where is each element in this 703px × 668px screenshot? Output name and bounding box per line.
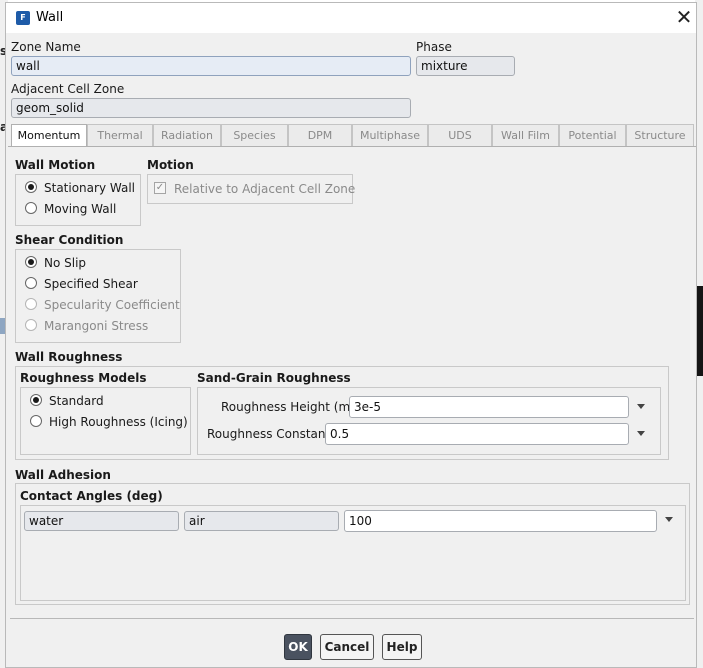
tab-wall-film[interactable]: Wall Film xyxy=(492,124,559,146)
shear-condition-title: Shear Condition xyxy=(15,233,124,247)
tab-momentum[interactable]: Momentum xyxy=(11,124,87,147)
footer-separator xyxy=(10,618,694,619)
stationary-wall-radio[interactable] xyxy=(25,181,37,193)
roughness-models-title: Roughness Models xyxy=(20,371,147,385)
tab-bar: Momentum Thermal Radiation Species DPM M… xyxy=(11,124,694,147)
cancel-button[interactable]: Cancel xyxy=(320,634,374,660)
contact-angle-input[interactable]: 100 xyxy=(344,510,657,532)
contact-angle-phase1-field: water xyxy=(24,511,179,531)
relative-to-adjacent-label: Relative to Adjacent Cell Zone xyxy=(174,182,356,196)
contact-angles-title: Contact Angles (deg) xyxy=(20,489,163,503)
tab-structure[interactable]: Structure xyxy=(626,124,694,146)
roughness-height-dropdown-icon[interactable] xyxy=(637,404,645,409)
fluent-app-icon: F xyxy=(16,11,30,25)
adjacent-cell-zone-label: Adjacent Cell Zone xyxy=(11,82,125,96)
roughness-height-input[interactable]: 3e-5 xyxy=(349,396,629,418)
tab-species[interactable]: Species xyxy=(221,124,288,146)
specified-shear-radio[interactable] xyxy=(25,277,37,289)
roughness-constant-label: Roughness Constant xyxy=(207,427,331,441)
no-slip-radio[interactable] xyxy=(25,256,37,268)
sand-grain-roughness-title: Sand-Grain Roughness xyxy=(197,371,351,385)
high-roughness-radio[interactable] xyxy=(30,415,42,427)
ok-button[interactable]: OK xyxy=(284,634,312,660)
stationary-wall-label[interactable]: Stationary Wall xyxy=(44,181,135,195)
specularity-coefficient-label: Specularity Coefficient xyxy=(44,298,180,312)
phase-label: Phase xyxy=(416,40,452,54)
tab-dpm[interactable]: DPM xyxy=(288,124,352,146)
title-bar[interactable] xyxy=(6,3,696,33)
window-title: Wall xyxy=(36,10,64,25)
zone-name-label: Zone Name xyxy=(11,40,81,54)
motion-title: Motion xyxy=(147,158,194,172)
tab-potential[interactable]: Potential xyxy=(559,124,626,146)
tab-thermal[interactable]: Thermal xyxy=(87,124,153,146)
specified-shear-label[interactable]: Specified Shear xyxy=(44,277,138,291)
wall-motion-title: Wall Motion xyxy=(15,158,96,172)
tab-uds[interactable]: UDS xyxy=(428,124,492,146)
wall-adhesion-title: Wall Adhesion xyxy=(15,468,111,482)
no-slip-label[interactable]: No Slip xyxy=(44,256,86,270)
high-roughness-label[interactable]: High Roughness (Icing) xyxy=(49,415,188,429)
standard-roughness-label[interactable]: Standard xyxy=(49,394,104,408)
tab-multiphase[interactable]: Multiphase xyxy=(352,124,428,146)
close-icon[interactable]: ✕ xyxy=(670,6,698,30)
zone-name-input[interactable]: wall xyxy=(11,56,411,76)
marangoni-stress-label: Marangoni Stress xyxy=(44,319,149,333)
moving-wall-label[interactable]: Moving Wall xyxy=(44,202,116,216)
wall-roughness-title: Wall Roughness xyxy=(15,350,123,364)
specularity-coefficient-radio xyxy=(25,298,37,310)
adjacent-cell-zone-field: geom_solid xyxy=(11,98,411,118)
moving-wall-radio[interactable] xyxy=(25,202,37,214)
roughness-constant-input[interactable]: 0.5 xyxy=(325,423,629,445)
tab-radiation[interactable]: Radiation xyxy=(153,124,221,146)
marangoni-stress-radio xyxy=(25,319,37,331)
roughness-height-label: Roughness Height (m) xyxy=(221,400,355,414)
contact-angle-phase2-field: air xyxy=(184,511,339,531)
roughness-constant-dropdown-icon[interactable] xyxy=(637,431,645,436)
help-button[interactable]: Help xyxy=(382,634,422,660)
relative-to-adjacent-checkbox[interactable]: ✓ xyxy=(154,182,166,194)
standard-roughness-radio[interactable] xyxy=(30,394,42,406)
phase-field: mixture xyxy=(416,56,515,76)
contact-angle-dropdown-icon[interactable] xyxy=(665,517,673,522)
